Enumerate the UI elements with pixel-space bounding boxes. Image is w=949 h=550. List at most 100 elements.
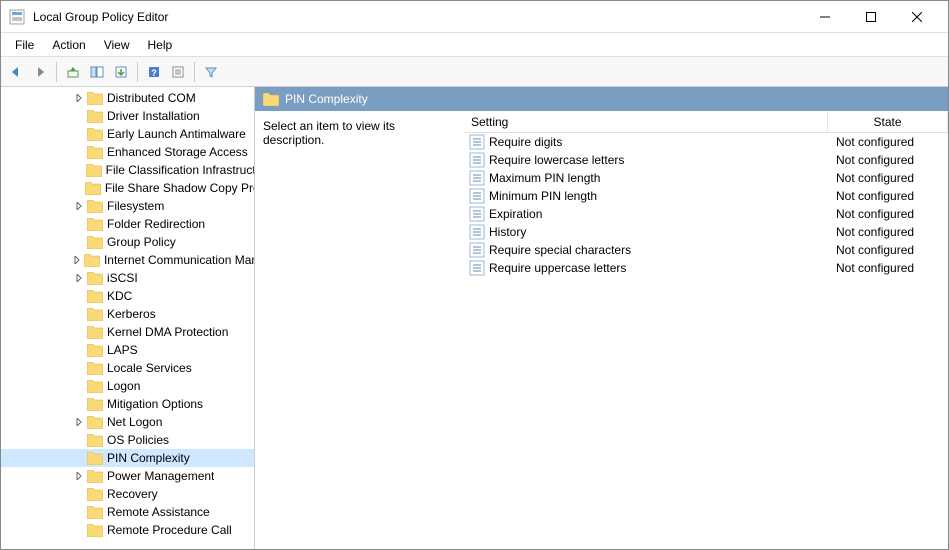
tree-item-label: Remote Assistance	[107, 505, 210, 519]
setting-row[interactable]: ExpirationNot configured	[465, 205, 948, 223]
menu-view[interactable]: View	[96, 35, 138, 55]
column-state[interactable]: State	[828, 111, 948, 132]
chevron-right-icon[interactable]	[73, 470, 85, 482]
toolbar: ?	[1, 57, 948, 87]
setting-label: Require special characters	[489, 243, 828, 257]
tree-item[interactable]: Enhanced Storage Access	[1, 143, 254, 161]
tree-pane[interactable]: Distributed COMDriver Installation Early …	[1, 87, 255, 549]
tree-item[interactable]: Kernel DMA Protection	[1, 323, 254, 341]
forward-button[interactable]	[29, 61, 51, 83]
setting-row[interactable]: Minimum PIN lengthNot configured	[465, 187, 948, 205]
setting-row[interactable]: Maximum PIN lengthNot configured	[465, 169, 948, 187]
maximize-button[interactable]	[848, 2, 894, 32]
chevron-right-icon[interactable]	[73, 254, 82, 266]
tree-item[interactable]: Net Logon	[1, 413, 254, 431]
toolbar-separator	[137, 62, 138, 82]
folder-icon	[87, 236, 103, 249]
tree-item[interactable]: File Classification Infrastructure	[1, 161, 254, 179]
tree-item[interactable]: Remote Procedure Call	[1, 521, 254, 539]
tree-item[interactable]: Filesystem	[1, 197, 254, 215]
chevron-right-icon[interactable]	[73, 416, 85, 428]
expander-empty	[73, 434, 85, 446]
tree-item-label: KDC	[107, 289, 132, 303]
folder-icon	[263, 93, 279, 106]
setting-row[interactable]: Require special charactersNot configured	[465, 241, 948, 259]
tree-item-label: Folder Redirection	[107, 217, 205, 231]
tree-item[interactable]: Power Management	[1, 467, 254, 485]
expander-empty	[73, 308, 85, 320]
tree-item[interactable]: PIN Complexity	[1, 449, 254, 467]
tree-item[interactable]: OS Policies	[1, 431, 254, 449]
column-setting[interactable]: Setting	[465, 111, 828, 132]
expander-empty	[73, 146, 85, 158]
expander-empty	[73, 398, 85, 410]
tree-item-label: Kernel DMA Protection	[107, 325, 228, 339]
up-button[interactable]	[62, 61, 84, 83]
filter-button[interactable]	[200, 61, 222, 83]
setting-label: Expiration	[489, 207, 828, 221]
tree-item[interactable]: Driver Installation	[1, 107, 254, 125]
tree-item-label: Early Launch Antimalware	[107, 127, 246, 141]
setting-label: History	[489, 225, 828, 239]
description-pane: Select an item to view its description.	[255, 111, 465, 549]
tree-item[interactable]: Internet Communication Management	[1, 251, 254, 269]
setting-row[interactable]: Require digitsNot configured	[465, 133, 948, 151]
export-list-button[interactable]	[110, 61, 132, 83]
tree-item-label: iSCSI	[107, 271, 138, 285]
tree-item[interactable]: Remote Assistance	[1, 503, 254, 521]
close-button[interactable]	[894, 2, 940, 32]
tree-item-label: Group Policy	[107, 235, 176, 249]
folder-icon	[87, 218, 103, 231]
folder-icon	[87, 326, 103, 339]
expander-empty	[73, 236, 85, 248]
tree-item-label: Enhanced Storage Access	[107, 145, 248, 159]
expander-empty	[73, 128, 85, 140]
setting-label: Maximum PIN length	[489, 171, 828, 185]
setting-label: Require lowercase letters	[489, 153, 828, 167]
setting-icon	[469, 170, 485, 186]
expander-empty	[73, 524, 85, 536]
tree-item-label: OS Policies	[107, 433, 169, 447]
folder-icon	[87, 146, 103, 159]
setting-state: Not configured	[828, 225, 948, 239]
tree-item[interactable]: Kerberos	[1, 305, 254, 323]
setting-row[interactable]: HistoryNot configured	[465, 223, 948, 241]
chevron-right-icon[interactable]	[73, 272, 85, 284]
tree-item[interactable]: Folder Redirection	[1, 215, 254, 233]
tree-item[interactable]: Early Launch Antimalware	[1, 125, 254, 143]
chevron-right-icon[interactable]	[73, 92, 85, 104]
expander-empty	[73, 218, 85, 230]
folder-icon	[87, 110, 103, 123]
tree-item-label: Filesystem	[107, 199, 164, 213]
detail-pane: PIN Complexity Select an item to view it…	[255, 87, 948, 549]
tree-item[interactable]: Mitigation Options	[1, 395, 254, 413]
tree-item[interactable]: File Share Shadow Copy Provider	[1, 179, 254, 197]
folder-icon	[87, 416, 103, 429]
toolbar-separator	[56, 62, 57, 82]
tree-item-label: Internet Communication Management	[104, 253, 254, 267]
tree-item[interactable]: Group Policy	[1, 233, 254, 251]
tree-item[interactable]: Logon	[1, 377, 254, 395]
tree-item[interactable]: LAPS	[1, 341, 254, 359]
minimize-button[interactable]	[802, 2, 848, 32]
tree-item[interactable]: Locale Services	[1, 359, 254, 377]
chevron-right-icon[interactable]	[73, 200, 85, 212]
back-button[interactable]	[5, 61, 27, 83]
help-button[interactable]: ?	[143, 61, 165, 83]
menu-action[interactable]: Action	[44, 35, 93, 55]
tree-item-label: File Classification Infrastructure	[106, 163, 254, 177]
tree-item[interactable]: KDC	[1, 287, 254, 305]
properties-button[interactable]	[167, 61, 189, 83]
show-hide-tree-button[interactable]	[86, 61, 108, 83]
setting-icon	[469, 152, 485, 168]
menu-help[interactable]: Help	[140, 35, 181, 55]
folder-icon	[87, 380, 103, 393]
setting-row[interactable]: Require uppercase lettersNot configured	[465, 259, 948, 277]
tree-item[interactable]: Recovery	[1, 485, 254, 503]
expander-empty	[73, 452, 85, 464]
tree-item[interactable]: iSCSI	[1, 269, 254, 287]
setting-row[interactable]: Require lowercase lettersNot configured	[465, 151, 948, 169]
folder-icon	[87, 434, 103, 447]
menu-file[interactable]: File	[7, 35, 42, 55]
tree-item[interactable]: Distributed COM	[1, 89, 254, 107]
